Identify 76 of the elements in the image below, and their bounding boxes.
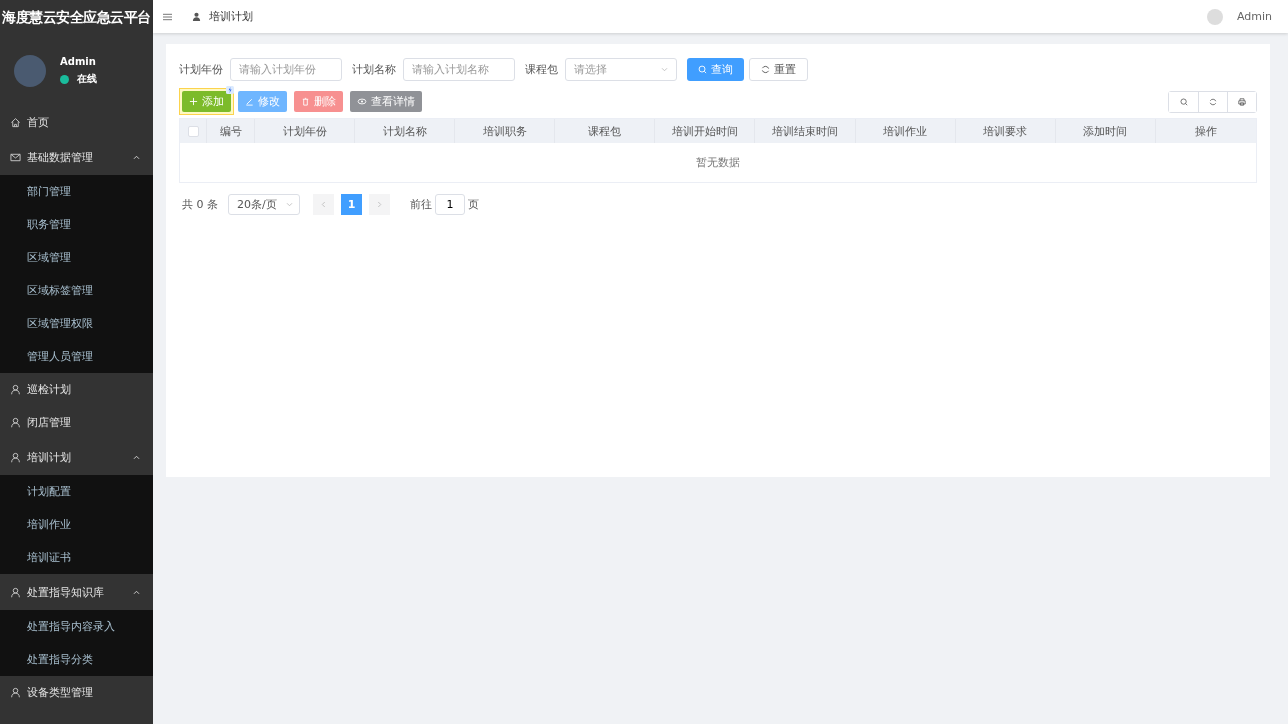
- person-icon: [10, 417, 21, 428]
- chevron-left-icon: [321, 201, 326, 208]
- submenu-item[interactable]: 管理人员管理: [0, 340, 153, 373]
- submenu-item[interactable]: 区域管理权限: [0, 307, 153, 340]
- filter-label: 计划年份: [179, 62, 223, 77]
- menu-icon[interactable]: [163, 12, 172, 21]
- submenu-item[interactable]: 处置指导分类: [0, 643, 153, 676]
- mail-icon: [10, 151, 21, 163]
- status-text: 在线: [77, 72, 97, 86]
- user-name: Admin: [60, 56, 97, 67]
- menu-item[interactable]: 首页: [0, 106, 153, 139]
- submenu-item[interactable]: 部门管理: [0, 175, 153, 208]
- column-header: 培训作业: [855, 119, 956, 143]
- filter-label: 计划名称: [352, 62, 396, 77]
- menu-item[interactable]: 基础数据管理: [0, 139, 153, 175]
- input-field[interactable]: 请输入计划名称: [403, 58, 515, 81]
- input-field[interactable]: 请输入计划年份: [230, 58, 342, 81]
- person-icon: [10, 586, 21, 598]
- page-size-select[interactable]: 20条/页: [228, 194, 300, 215]
- goto-page-field[interactable]: 1: [435, 194, 465, 215]
- chevron-down-icon: [286, 202, 293, 207]
- person-icon: [10, 451, 21, 463]
- submenu-item[interactable]: 培训证书: [0, 541, 153, 574]
- lightning-icon: [226, 86, 234, 94]
- submenu-item[interactable]: 计划配置: [0, 475, 153, 508]
- trash-icon: [301, 97, 310, 106]
- breadcrumb: 培训计划: [209, 9, 253, 24]
- submenu-item[interactable]: 处置指导内容录入: [0, 610, 153, 643]
- person-icon: [10, 384, 21, 395]
- column-header: 培训结束时间: [755, 119, 856, 143]
- printer-icon: [1238, 97, 1246, 106]
- search-icon: [698, 65, 707, 74]
- menu-item[interactable]: 设备类型管理: [0, 676, 153, 709]
- column-header: 添加时间: [1055, 119, 1156, 143]
- reset-button[interactable]: 重置: [749, 58, 808, 81]
- menu-item[interactable]: 培训计划: [0, 439, 153, 475]
- prev-page-button[interactable]: [313, 194, 334, 215]
- column-header: 课程包: [555, 119, 656, 143]
- column-header: 培训职务: [455, 119, 556, 143]
- submenu-item[interactable]: 区域标签管理: [0, 274, 153, 307]
- column-header: 培训要求: [955, 119, 1056, 143]
- eye-icon: [357, 97, 367, 106]
- submenu-item[interactable]: 培训作业: [0, 508, 153, 541]
- column-header: 计划名称: [355, 119, 456, 143]
- pencil-icon: [245, 97, 254, 106]
- plus-icon: [189, 97, 198, 106]
- home-icon: [10, 117, 21, 128]
- refresh-icon: [761, 65, 770, 74]
- menu-item[interactable]: 处置指导知识库: [0, 574, 153, 610]
- menu-item[interactable]: 巡检计划: [0, 373, 153, 406]
- person-icon: [192, 12, 201, 21]
- column-header: 编号: [207, 119, 255, 143]
- column-header: 计划年份: [255, 119, 356, 143]
- menu-item[interactable]: 闭店管理: [0, 406, 153, 439]
- page-suffix: 页: [468, 197, 479, 212]
- user-name[interactable]: Admin: [1236, 10, 1272, 23]
- column-header: 培训开始时间: [655, 119, 756, 143]
- total-count: 共 0 条: [182, 197, 218, 212]
- platform-title: 海度慧云安全应急云平台: [1, 8, 152, 27]
- person-icon: [10, 687, 21, 698]
- status-dot: [60, 74, 69, 84]
- user-avatar: [14, 55, 46, 87]
- column-header: 操作: [1193, 123, 1218, 140]
- goto-label: 前往: [410, 197, 432, 212]
- chevron-down-icon: [661, 67, 668, 72]
- empty-text: 暂无数据: [696, 155, 740, 170]
- print-button[interactable]: [1227, 91, 1256, 112]
- submenu-item[interactable]: 职务管理: [0, 208, 153, 241]
- refresh-icon: [1209, 97, 1217, 106]
- select-all-checkbox[interactable]: [187, 125, 199, 137]
- submenu-item[interactable]: 区域管理: [0, 241, 153, 274]
- filter-label: 课程包: [525, 62, 558, 77]
- user-avatar[interactable]: [1206, 8, 1223, 25]
- next-page-button[interactable]: [369, 194, 390, 215]
- search-icon: [1179, 97, 1188, 106]
- chevron-right-icon: [377, 201, 382, 208]
